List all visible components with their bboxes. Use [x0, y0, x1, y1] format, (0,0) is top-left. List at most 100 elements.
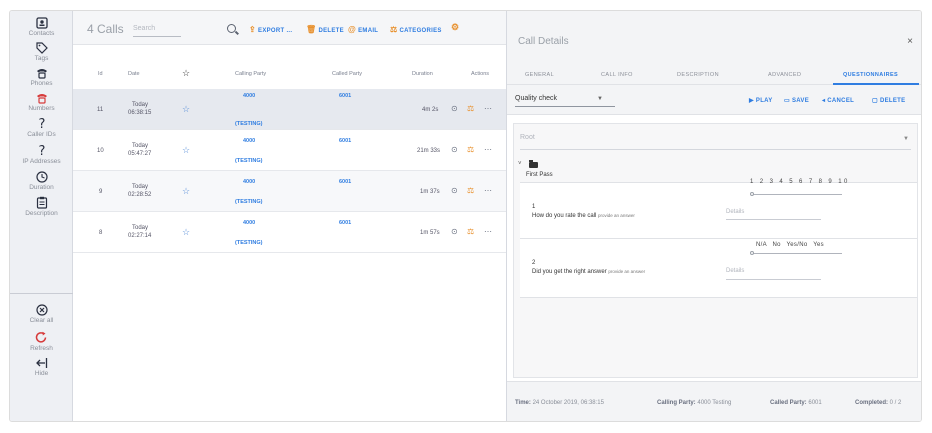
close-icon[interactable]: ×: [907, 36, 913, 47]
star-column-icon[interactable]: ☆: [182, 68, 190, 79]
tab-general[interactable]: GENERAL: [525, 72, 554, 78]
calling-number-link[interactable]: 4000: [243, 179, 255, 185]
category-icon[interactable]: ⚖: [467, 186, 474, 195]
call-date: Today: [132, 184, 149, 190]
tab-call-info[interactable]: CALL INFO: [601, 72, 633, 78]
star-icon[interactable]: ☆: [182, 186, 190, 197]
star-icon[interactable]: ☆: [182, 104, 190, 115]
tab-advanced[interactable]: ADVANCED: [768, 72, 801, 78]
calling-number-link[interactable]: 4000: [243, 220, 255, 226]
table-row[interactable]: 10 Today 05:47:27 ☆ 4000 (TESTING) 6001 …: [73, 130, 506, 171]
column-calling-party[interactable]: Calling Party: [235, 71, 266, 77]
star-icon[interactable]: ☆: [182, 145, 190, 156]
question-icon: ?: [38, 117, 45, 130]
cancel-button[interactable]: ◂ CANCEL: [822, 97, 854, 104]
category-icon[interactable]: ⚖: [467, 104, 474, 113]
more-icon[interactable]: ⋯: [484, 186, 492, 195]
more-icon[interactable]: ⋯: [484, 145, 492, 154]
clear-all-button[interactable]: Clear all: [10, 304, 73, 324]
call-duration: 1m 57s: [420, 230, 440, 236]
star-icon[interactable]: ☆: [182, 227, 190, 238]
calling-number-link[interactable]: 4000: [243, 93, 255, 99]
play-icon[interactable]: ⊙: [451, 186, 458, 195]
table-row[interactable]: 8 Today 02:27:14 ☆ 4000 (TESTING) 6001 1…: [73, 212, 506, 253]
refresh-button[interactable]: Refresh: [10, 331, 73, 352]
footer-time-value: 24 October 2019, 06:38:15: [532, 400, 604, 406]
question-item: 2 Did you get the right answer provide a…: [520, 238, 917, 298]
svg-text:?: ?: [38, 144, 45, 157]
email-button[interactable]: @ EMAIL: [348, 25, 378, 34]
call-date: Today: [132, 143, 149, 149]
called-number-link[interactable]: 6001: [339, 138, 351, 144]
play-icon[interactable]: ⊙: [451, 145, 458, 154]
delete-questionnaire-button[interactable]: ▢ DELETE: [872, 97, 905, 104]
hide-sidebar-button[interactable]: Hide: [10, 357, 73, 377]
play-icon[interactable]: ⊙: [451, 104, 458, 113]
more-icon[interactable]: ⋯: [484, 227, 492, 236]
sidebar-item-description[interactable]: Description: [10, 196, 73, 217]
sidebar-divider: [10, 293, 73, 294]
sidebar-label: Phones: [30, 80, 53, 87]
sidebar-item-duration[interactable]: Duration: [10, 171, 73, 191]
sidebar-item-contacts[interactable]: Contacts: [10, 17, 73, 37]
save-button[interactable]: ▭ SAVE: [784, 97, 809, 104]
play-icon[interactable]: ⊙: [451, 227, 458, 236]
root-select[interactable]: Root ▼: [520, 134, 911, 150]
tab-description[interactable]: DESCRIPTION: [677, 72, 719, 78]
details-field[interactable]: Details: [726, 209, 744, 215]
called-number-link[interactable]: 6001: [339, 93, 351, 99]
column-id[interactable]: Id: [98, 71, 103, 77]
sidebar-label: Tags: [34, 55, 49, 62]
save-icon: ▭: [784, 98, 792, 104]
calling-name-link[interactable]: (TESTING): [235, 199, 263, 205]
rating-slider[interactable]: [752, 194, 842, 195]
footer-time-label: Time:: [515, 400, 531, 406]
footer-calling-label: Calling Party:: [657, 400, 696, 406]
delete-button[interactable]: 🗑 DELETE: [306, 25, 344, 34]
category-icon[interactable]: ⚖: [467, 227, 474, 236]
calling-name-link[interactable]: (TESTING): [235, 121, 263, 127]
question-label: How do you rate the call: [532, 213, 597, 219]
settings-icon[interactable]: ⚙: [451, 22, 459, 33]
call-id: 8: [99, 230, 103, 236]
column-date[interactable]: Date: [128, 71, 140, 77]
question-text: Did you get the right answer provide an …: [532, 269, 645, 275]
sidebar-item-numbers[interactable]: Numbers: [10, 92, 73, 112]
calling-name-link[interactable]: (TESTING): [235, 240, 263, 246]
called-number-link[interactable]: 6001: [339, 179, 351, 185]
sidebar-item-ip-addresses[interactable]: ? IP Addresses: [10, 144, 73, 165]
calling-number-link[interactable]: 4000: [243, 138, 255, 144]
table-row[interactable]: 9 Today 02:28:52 ☆ 4000 (TESTING) 6001 1…: [73, 171, 506, 212]
questionnaire-bar: Quality check ▼ ▶ PLAY ▭ SAVE ◂ CANCEL ▢…: [507, 85, 921, 115]
play-button[interactable]: ▶ PLAY: [749, 97, 773, 104]
play-icon: ▶: [749, 98, 756, 104]
tab-questionnaires[interactable]: QUESTIONNAIRES: [843, 72, 898, 78]
column-duration[interactable]: Duration: [412, 71, 433, 77]
call-time: 06:38:15: [128, 110, 152, 116]
calling-name-link[interactable]: (TESTING): [235, 158, 263, 164]
calls-panel: 4 Calls Search ⇪ EXPORT ... 🗑 DELETE @ EMAI…: [73, 11, 506, 421]
table-row[interactable]: 11 Today 06:38:15 ☆ 4000 (TESTING) 6001 …: [73, 89, 506, 130]
search-input[interactable]: Search: [133, 25, 181, 37]
search-icon[interactable]: [227, 24, 236, 33]
clock-icon: [35, 171, 48, 183]
questionnaire-selected: Quality check: [515, 95, 558, 102]
slider-handle[interactable]: [750, 192, 754, 196]
called-number-link[interactable]: 6001: [339, 220, 351, 226]
questionnaire-select[interactable]: Quality check ▼: [515, 95, 615, 107]
details-footer: Time: 24 October 2019, 06:38:15 Calling …: [507, 381, 921, 421]
sidebar-item-tags[interactable]: Tags: [10, 42, 73, 62]
categories-button[interactable]: ⚖ CATEGORIES: [390, 25, 442, 34]
details-field[interactable]: Details: [726, 268, 744, 274]
sidebar-item-caller-ids[interactable]: ? Caller IDs: [10, 117, 73, 138]
column-called-party[interactable]: Called Party: [332, 71, 362, 77]
category-icon[interactable]: ⚖: [467, 145, 474, 154]
sidebar-item-phones[interactable]: Phones: [10, 67, 73, 87]
footer-called-party: Called Party: 6001: [770, 400, 822, 406]
answer-slider[interactable]: [752, 253, 842, 254]
expand-icon[interactable]: ˅: [518, 161, 522, 167]
export-button[interactable]: ⇪ EXPORT ...: [249, 25, 292, 34]
details-underline: [726, 279, 821, 280]
more-icon[interactable]: ⋯: [484, 104, 492, 113]
slider-handle[interactable]: [750, 251, 754, 255]
